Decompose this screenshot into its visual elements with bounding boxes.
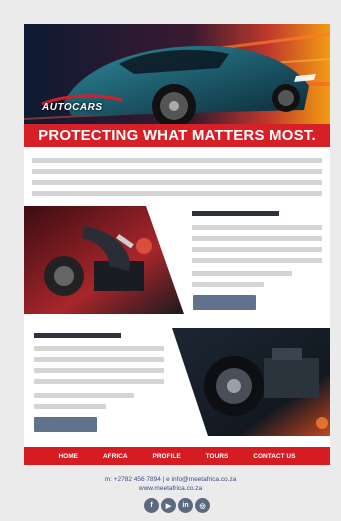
intro-line [32,158,322,163]
tagline-banner: PROTECTING WHAT MATTERS MOST. [24,124,330,147]
section-2-line [34,368,164,373]
section-1-line [192,258,322,263]
facebook-icon[interactable]: f [144,498,159,513]
section-1-line [192,271,292,276]
section-1-line [192,225,322,230]
nav-home[interactable]: HOME [58,453,78,460]
youtube-icon[interactable]: ▶ [161,498,176,513]
section-1-button[interactable] [193,295,256,310]
email-sheet: AUTOCARS PROTECTING WHAT MATTERS MOST. [24,24,330,464]
section-2-line [34,393,134,398]
hero-image: AUTOCARS PROTECTING WHAT MATTERS MOST. [24,24,330,147]
tagline-text: PROTECTING WHAT MATTERS MOST. [38,127,316,144]
nav-tours[interactable]: TOURS [206,453,229,460]
nav-africa[interactable]: AFRICA [103,453,128,460]
website-link[interactable]: www.meetafrica.co.za [0,485,341,492]
autocars-logo: AUTOCARS [42,102,103,113]
footer-nav: HOME AFRICA PROFILE TOURS CONTACT US [24,447,330,465]
intro-line [32,169,322,174]
section-2-line [34,404,106,409]
linkedin-icon[interactable]: in [178,498,193,513]
engine-repair-image [24,206,184,314]
section-2-line [34,357,164,362]
section-2-heading [34,333,121,338]
intro-line [32,180,322,185]
nav-contact-us[interactable]: CONTACT US [253,453,295,460]
section-1-line [192,236,322,241]
section-1-heading [192,211,279,216]
section-2-line [34,346,164,351]
contact-line: m: +2782 456 7894 | e info@meetafrica.co… [104,476,237,483]
intro-line [32,191,322,196]
tire-chassis-image [172,328,330,436]
section-2-button[interactable] [34,417,97,432]
nav-profile[interactable]: PROFILE [153,453,181,460]
section-1-line [192,247,322,252]
social-icons: f ▶ in ◎ [144,498,210,513]
instagram-icon[interactable]: ◎ [195,498,210,513]
section-1-line [192,282,264,287]
section-2-line [34,379,164,384]
